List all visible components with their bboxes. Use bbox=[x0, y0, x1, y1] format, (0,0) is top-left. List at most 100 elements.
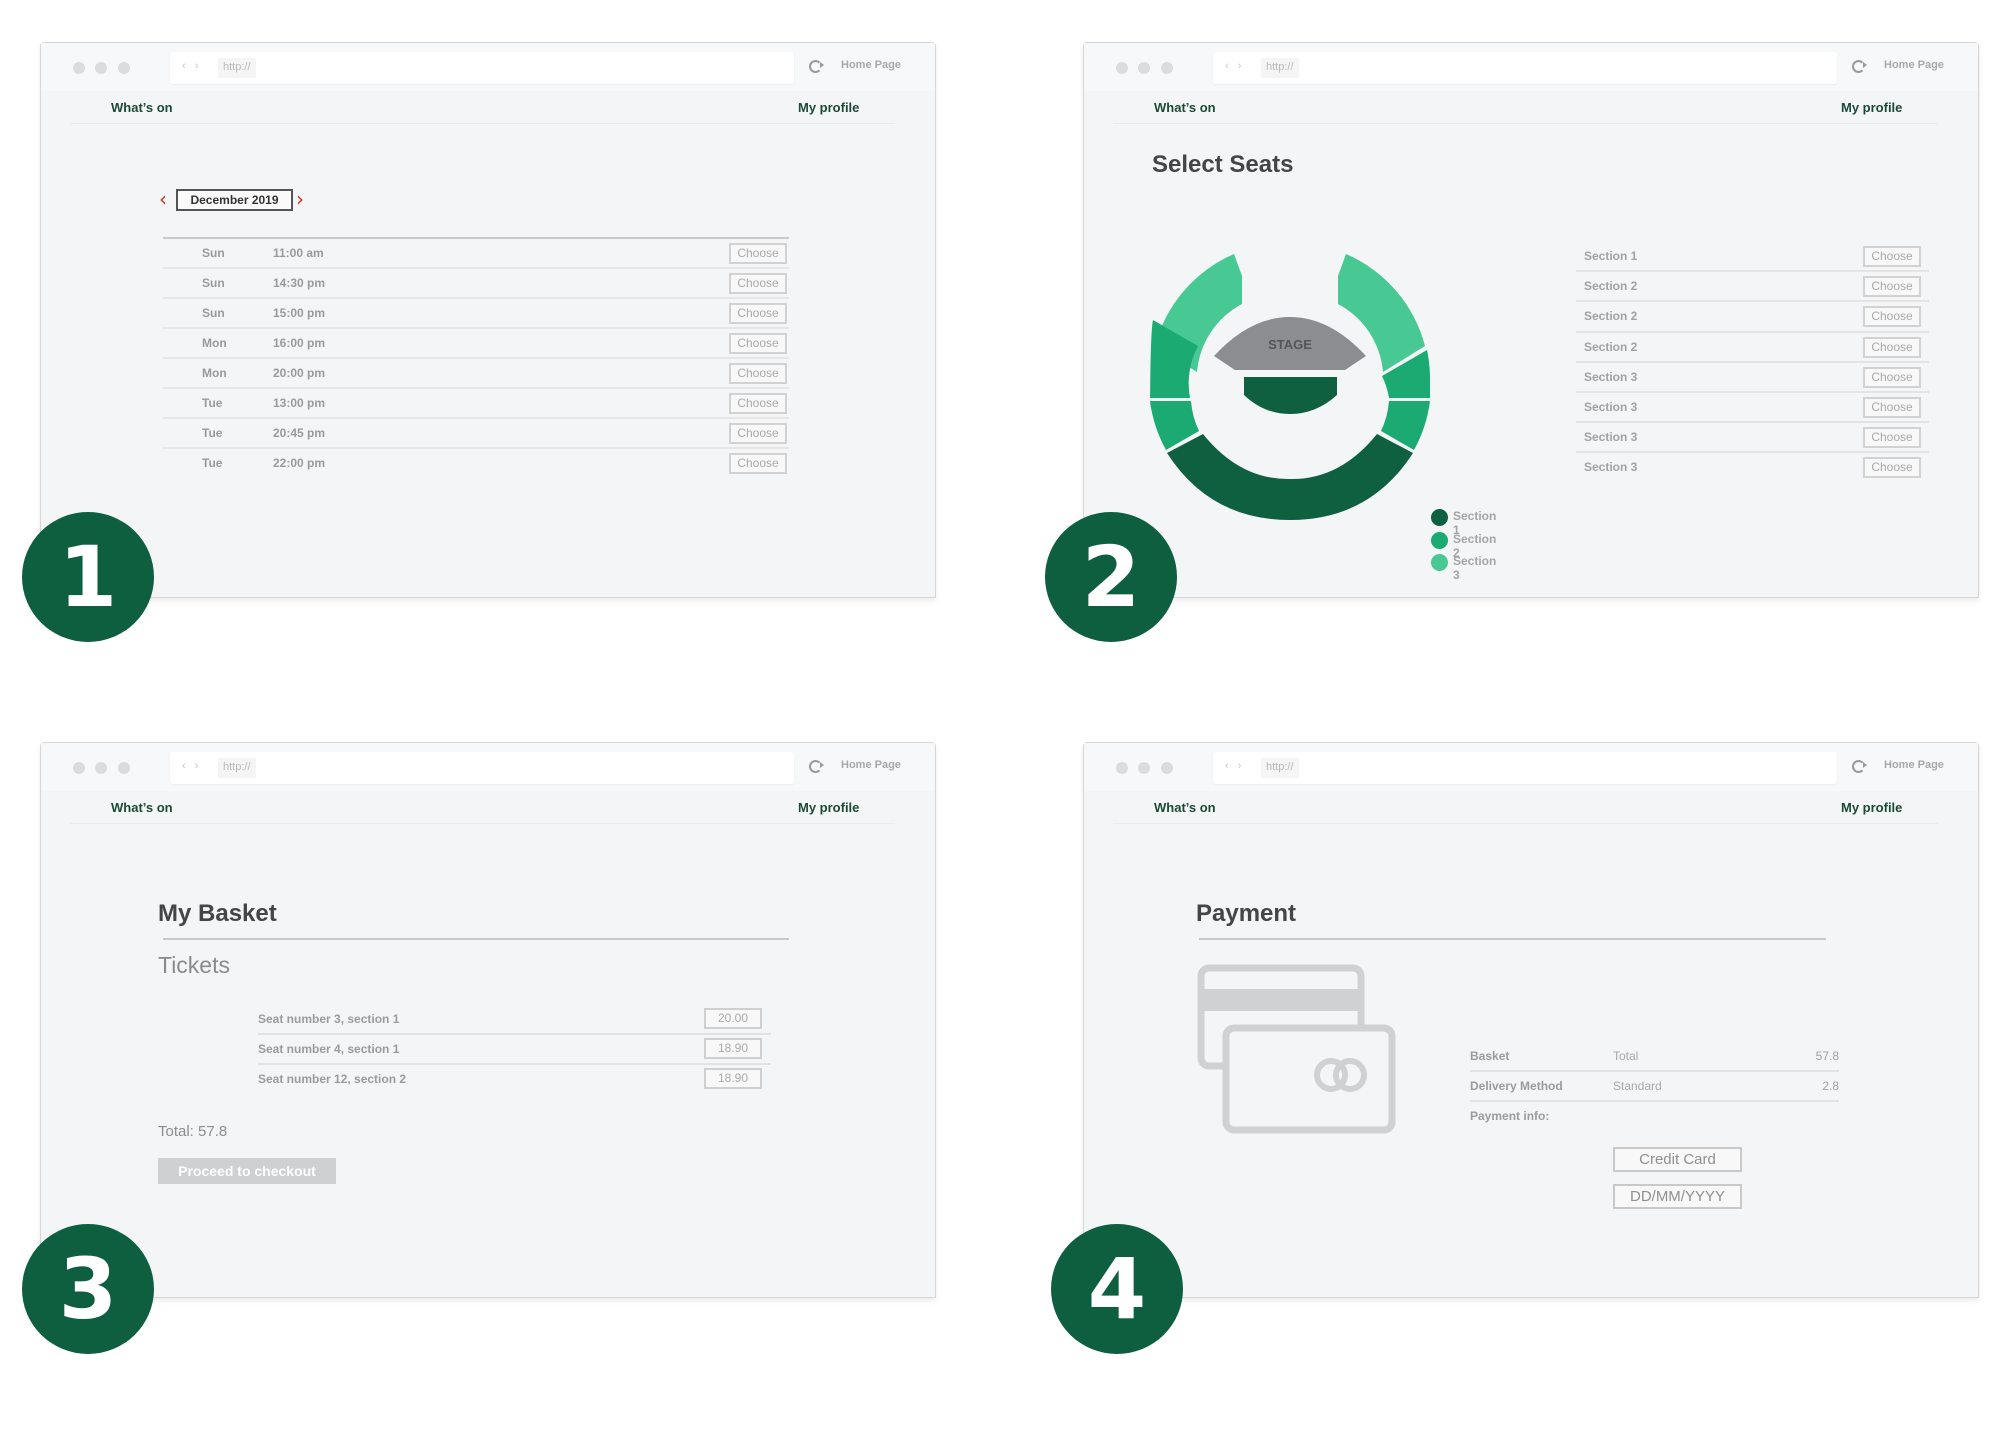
choose-button[interactable]: Choose bbox=[1863, 396, 1921, 418]
legend-label: Section 3 bbox=[1453, 554, 1497, 582]
back-forward-icon[interactable]: ‹ › bbox=[182, 60, 201, 72]
choose-button[interactable]: Choose bbox=[1863, 427, 1921, 449]
nav-my-profile[interactable]: My profile bbox=[798, 800, 859, 815]
prev-month-icon[interactable]: ‹ bbox=[159, 189, 167, 209]
choose-button[interactable]: Choose bbox=[1863, 457, 1921, 479]
showtime-time: 16:00 pm bbox=[273, 336, 326, 350]
nav-my-profile[interactable]: My profile bbox=[1841, 100, 1902, 115]
tickets-table: Seat number 3, section 1 20.00 Seat numb… bbox=[258, 1005, 771, 1095]
nav-whats-on[interactable]: What’s on bbox=[111, 800, 173, 815]
showtime-time: 22:00 pm bbox=[273, 456, 326, 470]
choose-button[interactable]: Choose bbox=[729, 453, 787, 474]
reload-icon[interactable] bbox=[809, 760, 824, 773]
nav-my-profile[interactable]: My profile bbox=[798, 100, 859, 115]
seat-block-section-1-bottom[interactable] bbox=[1167, 434, 1413, 520]
section-row: Section 2 Choose bbox=[1576, 272, 1929, 303]
ticket-label: Seat number 3, section 1 bbox=[258, 1012, 400, 1026]
window-close-dot[interactable] bbox=[1116, 762, 1128, 774]
nav-my-profile[interactable]: My profile bbox=[1841, 800, 1902, 815]
payment-row: Delivery Method Standard 2.8 bbox=[1470, 1072, 1839, 1102]
window-maximize-dot[interactable] bbox=[118, 62, 130, 74]
address-bar[interactable]: ‹ › http:// bbox=[1213, 52, 1837, 84]
choose-button[interactable]: Choose bbox=[1863, 276, 1921, 298]
credit-card-input[interactable] bbox=[1613, 1147, 1742, 1172]
legend-swatch bbox=[1431, 554, 1448, 571]
payment-row-detail: Standard bbox=[1613, 1079, 1662, 1093]
next-month-icon[interactable]: › bbox=[296, 189, 304, 209]
proceed-to-checkout-button[interactable]: Proceed to checkout bbox=[158, 1158, 336, 1184]
section-row: Section 3 Choose bbox=[1576, 363, 1929, 393]
back-forward-icon[interactable]: ‹ › bbox=[182, 760, 201, 772]
reload-icon[interactable] bbox=[1852, 760, 1867, 773]
window-maximize-dot[interactable] bbox=[118, 762, 130, 774]
payment-info-label: Payment info: bbox=[1470, 1109, 1550, 1123]
title-divider bbox=[1199, 938, 1826, 940]
showtime-day: Sun bbox=[202, 306, 225, 320]
ticket-price: 20.00 bbox=[704, 1008, 762, 1029]
payment-info-row: Payment info: bbox=[1470, 1102, 1839, 1132]
showtime-row: Tue 13:00 pm Choose bbox=[163, 389, 789, 419]
nav-divider bbox=[1113, 823, 1938, 824]
back-forward-icon[interactable]: ‹ › bbox=[1225, 60, 1244, 72]
window-maximize-dot[interactable] bbox=[1161, 62, 1173, 74]
choose-button[interactable]: Choose bbox=[729, 393, 787, 414]
url-text[interactable]: http:// bbox=[1261, 758, 1299, 778]
section-row: Section 3 Choose bbox=[1576, 423, 1929, 454]
address-bar[interactable]: ‹ › http:// bbox=[1213, 752, 1837, 784]
window-minimize-dot[interactable] bbox=[1138, 762, 1150, 774]
choose-button[interactable]: Choose bbox=[1863, 336, 1921, 358]
home-page-link[interactable]: Home Page bbox=[841, 759, 901, 771]
title-divider bbox=[163, 938, 789, 940]
window-minimize-dot[interactable] bbox=[95, 62, 107, 74]
showtime-row: Tue 20:45 pm Choose bbox=[163, 419, 789, 449]
nav-whats-on[interactable]: What’s on bbox=[1154, 800, 1216, 815]
section-name: Section 3 bbox=[1584, 399, 1638, 414]
window-minimize-dot[interactable] bbox=[1138, 62, 1150, 74]
url-text[interactable]: http:// bbox=[1261, 58, 1299, 78]
expiry-date-input[interactable] bbox=[1613, 1184, 1742, 1209]
reload-icon[interactable] bbox=[1852, 60, 1867, 73]
month-label: December 2019 bbox=[176, 189, 293, 211]
payment-row-value: 2.8 bbox=[1822, 1079, 1839, 1093]
window-close-dot[interactable] bbox=[1116, 62, 1128, 74]
site-nav: What’s on My profile bbox=[41, 91, 935, 123]
section-row: Section 1 Choose bbox=[1576, 242, 1929, 273]
section-name: Section 3 bbox=[1584, 460, 1638, 475]
showtime-day: Tue bbox=[202, 396, 223, 410]
choose-button[interactable]: Choose bbox=[1863, 366, 1921, 388]
url-text[interactable]: http:// bbox=[218, 58, 256, 78]
basket-total: Total: 57.8 bbox=[158, 1123, 228, 1140]
window-close-dot[interactable] bbox=[73, 762, 85, 774]
home-page-link[interactable]: Home Page bbox=[1884, 759, 1944, 771]
choose-button[interactable]: Choose bbox=[729, 303, 787, 324]
section-name: Section 2 bbox=[1584, 279, 1638, 294]
choose-button[interactable]: Choose bbox=[729, 273, 787, 294]
reload-icon[interactable] bbox=[809, 60, 824, 73]
browser-window-seats: ‹ › http:// Home Page What’s on My profi… bbox=[1083, 42, 1979, 598]
browser-toolbar: ‹ › http:// Home Page bbox=[41, 43, 935, 91]
home-page-link[interactable]: Home Page bbox=[1884, 59, 1944, 71]
window-minimize-dot[interactable] bbox=[95, 762, 107, 774]
payment-row: Basket Total 57.8 bbox=[1470, 1042, 1839, 1072]
nav-whats-on[interactable]: What’s on bbox=[111, 100, 173, 115]
choose-button[interactable]: Choose bbox=[729, 243, 787, 264]
choose-button[interactable]: Choose bbox=[1863, 306, 1921, 328]
choose-button[interactable]: Choose bbox=[729, 423, 787, 444]
window-close-dot[interactable] bbox=[73, 62, 85, 74]
ticket-label: Seat number 4, section 1 bbox=[258, 1042, 400, 1056]
choose-button[interactable]: Choose bbox=[729, 363, 787, 384]
site-nav: What’s on My profile bbox=[1084, 791, 1978, 823]
showtime-row: Tue 22:00 pm Choose bbox=[163, 449, 789, 479]
ticket-price: 18.90 bbox=[704, 1068, 762, 1089]
address-bar[interactable]: ‹ › http:// bbox=[170, 52, 794, 84]
showtime-day: Sun bbox=[202, 276, 225, 290]
seat-block-section-1-front[interactable] bbox=[1244, 377, 1337, 414]
choose-button[interactable]: Choose bbox=[1863, 246, 1921, 267]
back-forward-icon[interactable]: ‹ › bbox=[1225, 760, 1244, 772]
url-text[interactable]: http:// bbox=[218, 758, 256, 778]
home-page-link[interactable]: Home Page bbox=[841, 59, 901, 71]
nav-whats-on[interactable]: What’s on bbox=[1154, 100, 1216, 115]
address-bar[interactable]: ‹ › http:// bbox=[170, 752, 794, 784]
window-maximize-dot[interactable] bbox=[1161, 762, 1173, 774]
choose-button[interactable]: Choose bbox=[729, 333, 787, 354]
